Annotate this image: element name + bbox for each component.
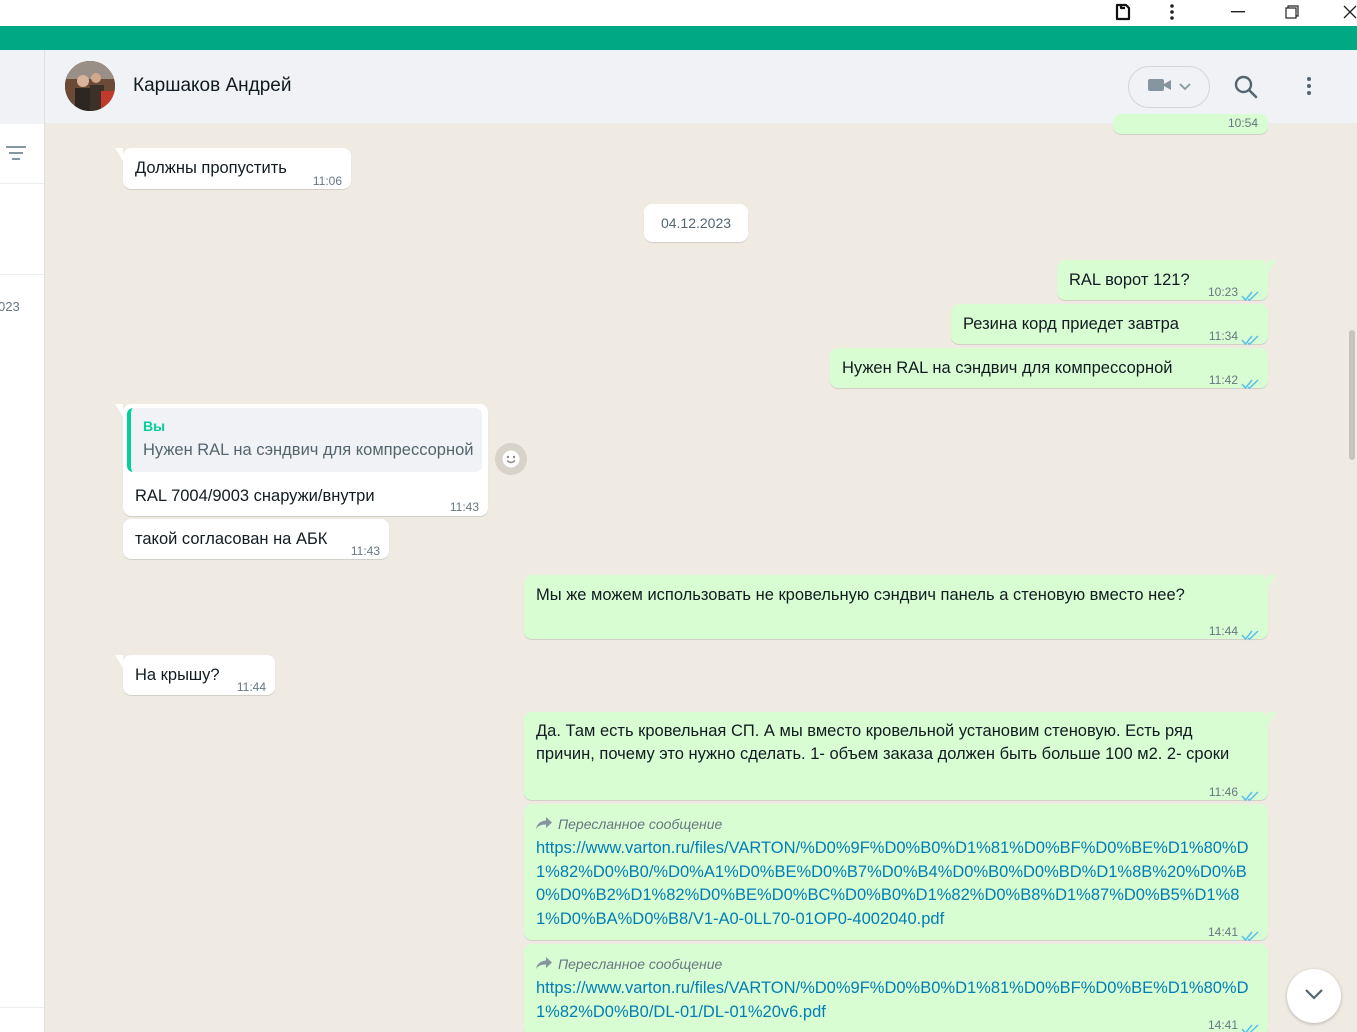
read-receipt-icon: [1241, 626, 1259, 640]
message-bubble-incoming[interactable]: На крышу? 11:44: [115, 655, 275, 695]
quote-author: Вы: [143, 418, 166, 434]
forwarded-label-text: Пересланное сообщение: [558, 816, 723, 832]
scroll-to-bottom-button[interactable]: [1287, 969, 1341, 1023]
read-receipt-icon: [1241, 1020, 1259, 1032]
quoted-message[interactable]: Вы Нужен RAL на сэндвич для компрессорно…: [127, 408, 482, 472]
read-receipt-icon: [1241, 331, 1259, 345]
contact-name[interactable]: Каршаков Андрей: [133, 75, 291, 97]
message-text: Резина корд приедет завтра: [963, 315, 1179, 333]
message-link[interactable]: https://www.varton.ru/files/VARTON/%D0%9…: [536, 977, 1261, 1024]
quote-text: Нужен RAL на сэндвич для компрессорной: [143, 441, 474, 459]
close-icon[interactable]: [1330, 0, 1357, 24]
chat-header[interactable]: Каршаков Андрей: [45, 50, 1357, 124]
message-time: 11:06: [312, 174, 342, 188]
scrollbar[interactable]: [1347, 124, 1357, 1032]
extension-icon[interactable]: [1103, 0, 1143, 24]
message-time: 11:34: [1208, 329, 1238, 343]
chat-list-header: [0, 50, 44, 124]
read-receipt-icon: [1241, 927, 1259, 941]
message-text: Мы же можем использовать не кровельную с…: [536, 586, 1185, 604]
forwarded-label-text: Пересланное сообщение: [558, 956, 723, 972]
message-time: 11:42: [1208, 373, 1238, 387]
read-receipt-icon: [1241, 787, 1259, 801]
message-bubble-outgoing[interactable]: 10:54: [1113, 114, 1268, 134]
message-text: На крышу?: [135, 666, 220, 684]
message-bubble-outgoing[interactable]: Пересланное сообщение https://www.varton…: [524, 944, 1268, 1032]
video-camera-icon: [1147, 76, 1173, 99]
message-bubble-outgoing[interactable]: Резина корд приедет завтра 11:34: [951, 304, 1268, 345]
forwarded-label: Пересланное сообщение: [536, 813, 722, 836]
message-bubble-incoming[interactable]: такой согласован на АБК 11:43: [123, 519, 389, 559]
forward-arrow-icon: [536, 953, 552, 976]
message-time: 11:44: [236, 680, 266, 694]
window-titlebar: [0, 0, 1357, 26]
message-bubble-outgoing[interactable]: Да. Там есть кровельная СП. А мы вместо …: [524, 712, 1276, 801]
divider: [0, 1007, 44, 1008]
message-text: Да. Там есть кровельная СП. А мы вместо …: [536, 722, 1230, 763]
menu-icon[interactable]: [1304, 74, 1314, 100]
scrollbar-thumb[interactable]: [1349, 330, 1355, 460]
message-time: 10:54: [1227, 116, 1258, 130]
date-separator: 04.12.2023: [644, 204, 748, 242]
message-time: 11:44: [1208, 624, 1238, 638]
message-time: 11:43: [449, 500, 479, 514]
restore-icon[interactable]: [1272, 0, 1312, 24]
emoji-reaction-icon[interactable]: [495, 443, 527, 475]
message-link[interactable]: https://www.varton.ru/files/VARTON/%D0%9…: [536, 837, 1261, 931]
search-icon[interactable]: [1233, 74, 1261, 102]
chevron-down-icon: [1304, 987, 1324, 1005]
message-bubble-outgoing[interactable]: Нужен RAL на сэндвич для компрессорной 1…: [830, 348, 1268, 389]
forward-arrow-icon: [536, 813, 552, 836]
chevron-down-icon: [1179, 78, 1191, 96]
app-top-bar: [0, 26, 1357, 50]
chat-list-item-date: 023: [0, 299, 20, 314]
read-receipt-icon: [1241, 287, 1259, 301]
message-bubble-outgoing[interactable]: RAL ворот 121? 10:23: [1057, 260, 1276, 301]
forwarded-label: Пересланное сообщение: [536, 953, 722, 976]
divider: [0, 274, 44, 275]
message-text: Нужен RAL на сэндвич для компрессорной: [842, 359, 1173, 377]
message-text: такой согласован на АБК: [135, 530, 328, 548]
message-time: 14:41: [1207, 925, 1238, 939]
minimize-icon[interactable]: [1218, 0, 1258, 24]
message-time: 14:41: [1207, 1018, 1238, 1032]
avatar[interactable]: [65, 61, 115, 111]
message-time: 11:43: [350, 544, 380, 558]
message-bubble-outgoing[interactable]: Мы же можем использовать не кровельную с…: [524, 575, 1276, 640]
message-text: Должны пропустить: [135, 159, 287, 177]
filter-icon[interactable]: [6, 146, 26, 164]
menu-icon[interactable]: [0, 74, 4, 98]
message-time: 11:46: [1208, 785, 1238, 799]
message-time: 10:23: [1207, 285, 1238, 299]
message-text: RAL ворот 121?: [1069, 271, 1190, 289]
message-text: RAL 7004/9003 снаружи/внутри: [135, 487, 375, 505]
message-bubble-incoming[interactable]: Должны пропустить 11:06: [115, 148, 351, 189]
read-receipt-icon: [1241, 375, 1259, 389]
message-bubble-outgoing[interactable]: Пересланное сообщение https://www.varton…: [524, 804, 1268, 941]
video-call-button[interactable]: [1128, 66, 1210, 108]
browser-menu-icon[interactable]: [1152, 0, 1192, 24]
chat-list-panel: 023: [0, 50, 45, 1032]
